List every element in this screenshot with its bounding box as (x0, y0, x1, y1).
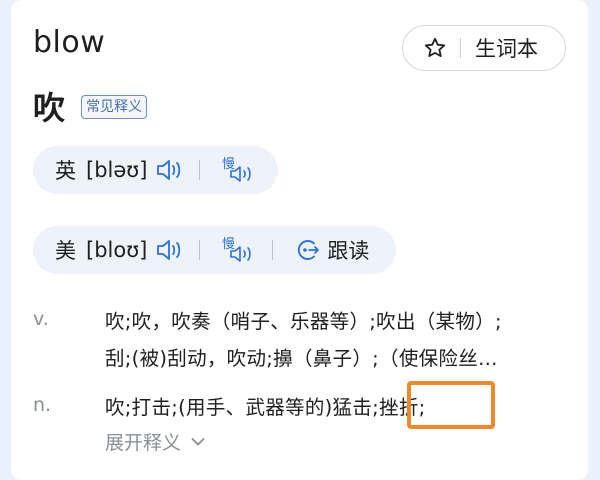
chevron-down-icon (191, 437, 205, 445)
definition-line: 刮;(被)刮动，吹动;擤（鼻子）;（使保险丝… (105, 347, 498, 370)
divider (272, 240, 274, 260)
follow-read-label[interactable]: 跟读 (327, 235, 369, 265)
divider (199, 160, 201, 180)
speaker-icon[interactable] (155, 237, 185, 263)
ipa-text: [bloʊ] (86, 238, 148, 262)
speaker-icon[interactable] (155, 157, 185, 183)
ipa-text: [bləʊ] (86, 158, 148, 182)
slow-speaker-icon[interactable]: 慢 (222, 235, 258, 265)
wordbook-label: 生词本 (475, 37, 538, 61)
common-meaning-tag: 常见释义 (81, 95, 147, 119)
divider (199, 240, 201, 260)
pronunciation-us: 美 [bloʊ] 慢 跟读 (33, 226, 396, 274)
button-divider (460, 38, 461, 58)
slow-speaker-icon[interactable]: 慢 (222, 155, 258, 185)
highlight-box (407, 381, 495, 429)
part-of-speech-verb: v. (33, 308, 49, 330)
expand-label: 展开释义 (105, 432, 182, 454)
part-of-speech-noun: n. (33, 394, 52, 416)
pronunciation-uk: 英 [bləʊ] 慢 (33, 146, 278, 194)
headword: blow (33, 25, 106, 60)
wordbook-button[interactable]: 生词本 (402, 25, 566, 71)
star-icon (424, 37, 446, 57)
region-label: 美 (55, 239, 76, 263)
svg-text:慢: 慢 (222, 236, 235, 252)
expand-definitions-button[interactable]: 展开释义 (105, 428, 205, 455)
follow-read-icon[interactable] (295, 237, 321, 263)
definition-line: 吹;打击;(用手、武器等的)猛击;挫折; (105, 396, 426, 419)
region-label: 英 (55, 159, 76, 183)
definition-line: 吹;吹，吹奏（哨子、乐器等）;吹出（某物）; (105, 310, 502, 333)
main-translation: 吹 (33, 89, 66, 127)
svg-text:慢: 慢 (222, 156, 235, 172)
